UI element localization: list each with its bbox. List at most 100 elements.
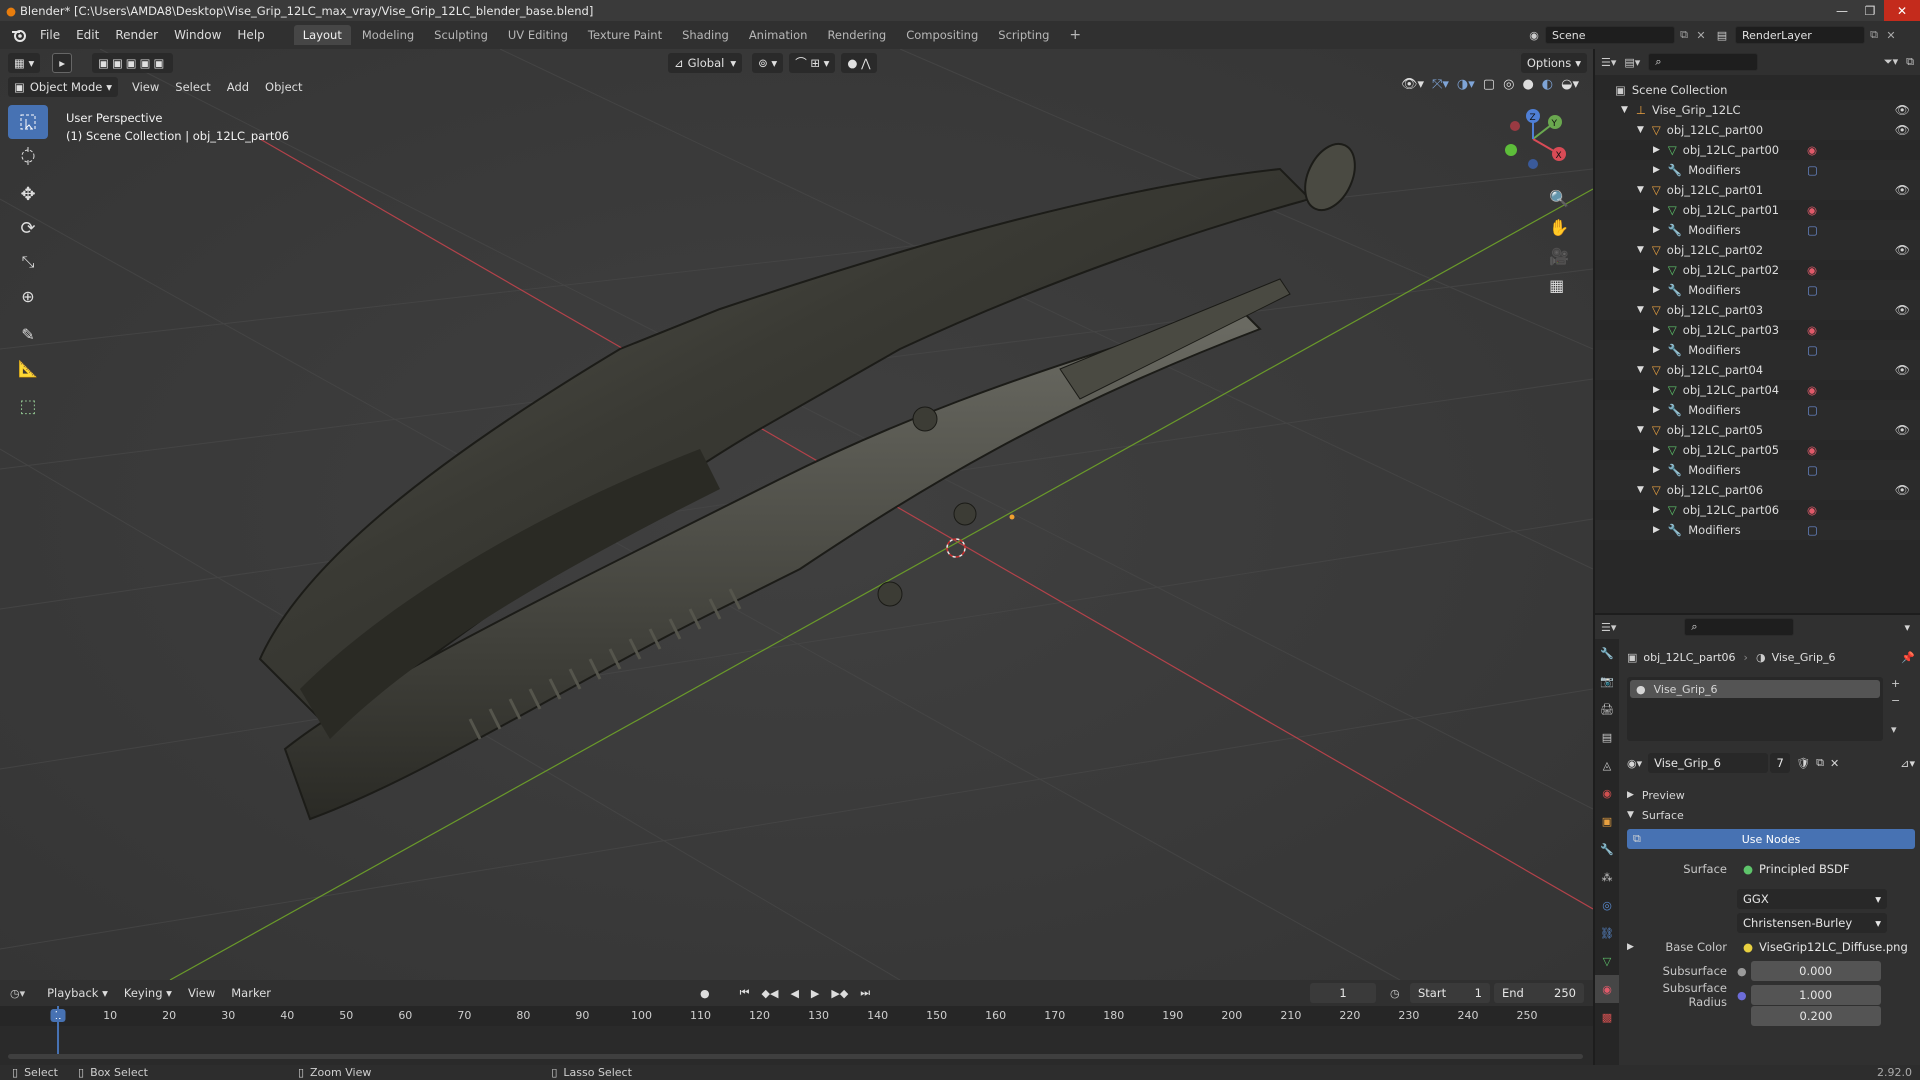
tab-sculpting[interactable]: Sculpting <box>425 25 497 45</box>
subsurface-radius-y-field[interactable]: 0.200 <box>1751 1006 1881 1026</box>
timeline-menu-playback[interactable]: Playback ▾ <box>39 986 116 1000</box>
mode-dropdown[interactable]: ▣ Object Mode ▾ <box>8 77 118 97</box>
material-badge-icon[interactable]: ◉ <box>1807 323 1817 337</box>
outliner-mesh-data[interactable]: ▶ ▽ obj_12LC_part00 ◉ <box>1595 140 1920 160</box>
modifier-badge-icon[interactable]: ▢ <box>1807 283 1818 297</box>
rotate-icon[interactable]: ⟳ <box>8 211 48 245</box>
blender-menu-icon[interactable] <box>6 28 32 42</box>
visibility-eye-icon[interactable]: 👁 <box>1895 363 1910 377</box>
expand-arrow-icon[interactable]: ▶ <box>1653 345 1660 355</box>
material-slot-list[interactable]: ● Vise_Grip_6 <box>1627 677 1883 741</box>
menu-help[interactable]: Help <box>229 28 272 42</box>
outliner-object[interactable]: ▼ ▽ obj_12LC_part05 👁 <box>1595 420 1920 440</box>
unlink-material-icon[interactable]: ✕ <box>1830 757 1839 770</box>
end-frame-field[interactable]: End 250 <box>1494 983 1584 1003</box>
expand-arrow-icon[interactable]: ▶ <box>1653 505 1660 515</box>
tab-rendering[interactable]: Rendering <box>818 25 895 45</box>
object-tab-icon[interactable]: ▣ <box>1595 807 1619 835</box>
visibility-eye-icon[interactable]: 👁 <box>1895 183 1910 197</box>
physics-tab-icon[interactable]: ◎ <box>1595 891 1619 919</box>
menu-render[interactable]: Render <box>107 28 166 42</box>
modifier-badge-icon[interactable]: ▢ <box>1807 223 1818 237</box>
viewport-menu-select[interactable]: Select <box>167 80 218 94</box>
keyframe-area[interactable] <box>0 1006 1593 1065</box>
timeline-scrollbar[interactable] <box>8 1054 1583 1059</box>
expand-arrow-icon[interactable]: ▶ <box>1653 145 1660 155</box>
tool-select-button[interactable]: ▸ <box>52 53 73 73</box>
material-badge-icon[interactable]: ◉ <box>1807 443 1817 457</box>
material-shading-icon[interactable]: ◐ <box>1542 77 1553 92</box>
outliner-mesh-data[interactable]: ▶ ▽ obj_12LC_part04 ◉ <box>1595 380 1920 400</box>
play-icon[interactable]: ▶ <box>811 987 819 1000</box>
expand-arrow-icon[interactable]: ▼ <box>1637 245 1644 255</box>
material-badge-icon[interactable]: ◉ <box>1807 503 1817 517</box>
jump-start-icon[interactable]: ⏮ <box>740 986 750 1000</box>
outliner-modifiers[interactable]: ▶ 🔧 Modifiers ▢ <box>1595 460 1920 480</box>
tab-layout[interactable]: Layout <box>293 25 351 45</box>
outliner-object[interactable]: ▼ ▽ obj_12LC_part06 👁 <box>1595 480 1920 500</box>
slot-specials-icon[interactable]: ▾ <box>1891 723 1900 736</box>
xray-toggle-icon[interactable]: ▢ <box>1483 77 1495 92</box>
constraints-tab-icon[interactable]: ⛓ <box>1595 919 1619 947</box>
world-tab-icon[interactable]: ◉ <box>1595 779 1619 807</box>
material-badge-icon[interactable]: ◉ <box>1807 383 1817 397</box>
outliner-editor-icon[interactable]: ☰▾ <box>1601 56 1616 69</box>
user-count[interactable]: 7 <box>1770 753 1791 773</box>
outliner-object[interactable]: ▼ ▽ obj_12LC_part00 👁 <box>1595 120 1920 140</box>
expand-arrow-icon[interactable]: ▼ <box>1621 105 1628 115</box>
surface-panel-header[interactable]: ▼ Surface <box>1627 805 1915 825</box>
expand-arrow-icon[interactable]: ▼ <box>1637 125 1644 135</box>
move-icon[interactable]: ✥ <box>8 177 48 211</box>
modifier-badge-icon[interactable]: ▢ <box>1807 343 1818 357</box>
pivot-dropdown[interactable]: ⊚ ▾ <box>752 53 784 73</box>
visibility-eye-icon[interactable]: 👁 <box>1895 123 1910 137</box>
play-reverse-icon[interactable]: ◀ <box>790 987 798 1000</box>
distribution-dropdown[interactable]: GGX ▾ <box>1737 889 1887 909</box>
viewport-menu-view[interactable]: View <box>124 80 167 94</box>
maximize-button[interactable]: ❐ <box>1856 0 1884 21</box>
outliner-object[interactable]: ▼ ▽ obj_12LC_part04 👁 <box>1595 360 1920 380</box>
modifier-badge-icon[interactable]: ▢ <box>1807 163 1818 177</box>
menu-file[interactable]: File <box>32 28 68 42</box>
modifier-badge-icon[interactable]: ▢ <box>1807 463 1818 477</box>
outliner-object[interactable]: ▼ ▽ obj_12LC_part02 👁 <box>1595 240 1920 260</box>
timeline-editor-icon[interactable]: ◷▾ <box>10 987 25 1000</box>
visibility-icon[interactable]: 👁▾ <box>1401 77 1424 92</box>
material-name-field[interactable]: Vise_Grip_6 <box>1648 753 1769 773</box>
scale-icon[interactable]: ⤡ <box>8 245 48 279</box>
tab-animation[interactable]: Animation <box>740 25 817 45</box>
outliner-object[interactable]: ▼ ▽ obj_12LC_part01 👁 <box>1595 180 1920 200</box>
scene-tab-icon[interactable]: ◬ <box>1595 751 1619 779</box>
transform-icon[interactable]: ⊕ <box>8 279 48 313</box>
outliner-search-input[interactable]: ⌕ <box>1648 53 1759 71</box>
ortho-grid-icon[interactable]: ▦ <box>1549 276 1569 295</box>
expand-arrow-icon[interactable]: ▶ <box>1653 225 1660 235</box>
surface-shader-field[interactable]: ● Principled BSDF <box>1737 859 1887 879</box>
base-color-expand-icon[interactable]: ▶ <box>1627 942 1641 952</box>
display-mode-icon[interactable]: ▤▾ <box>1624 56 1640 69</box>
scene-selector[interactable]: Scene <box>1545 26 1675 44</box>
outliner-mesh-data[interactable]: ▶ ▽ obj_12LC_part05 ◉ <box>1595 440 1920 460</box>
expand-arrow-icon[interactable]: ▶ <box>1653 405 1660 415</box>
view-layer-tab-icon[interactable]: ▤ <box>1595 723 1619 751</box>
new-scene-icon[interactable]: ⧉ <box>1675 28 1693 42</box>
viewport-menu-add[interactable]: Add <box>219 80 257 94</box>
modifier-badge-icon[interactable]: ▢ <box>1807 523 1818 537</box>
duplicate-material-icon[interactable]: ⧉ <box>1816 756 1824 770</box>
remove-slot-button[interactable]: − <box>1891 694 1900 707</box>
modifier-tab-icon[interactable]: 🔧 <box>1595 835 1619 863</box>
solid-shading-icon[interactable]: ● <box>1522 77 1533 92</box>
chevron-down-icon[interactable]: ▾ <box>1904 621 1910 634</box>
start-frame-field[interactable]: Start 1 <box>1410 983 1490 1003</box>
expand-arrow-icon[interactable]: ▶ <box>1653 285 1660 295</box>
expand-arrow-icon[interactable]: ▶ <box>1653 385 1660 395</box>
timeline-menu-marker[interactable]: Marker <box>223 986 279 1000</box>
material-badge-icon[interactable]: ◉ <box>1807 143 1817 157</box>
filter-icon[interactable]: ⏷▾ <box>1884 55 1898 69</box>
properties-editor-icon[interactable]: ☰▾ <box>1601 621 1616 634</box>
material-slot[interactable]: ● Vise_Grip_6 <box>1630 680 1880 698</box>
tab-scripting[interactable]: Scripting <box>989 25 1058 45</box>
outliner-modifiers[interactable]: ▶ 🔧 Modifiers ▢ <box>1595 520 1920 540</box>
base-color-texture-field[interactable]: ● ViseGrip12LC_Diffuse.png <box>1737 937 1908 957</box>
subsurface-radius-x-field[interactable]: 1.000 <box>1750 985 1881 1005</box>
